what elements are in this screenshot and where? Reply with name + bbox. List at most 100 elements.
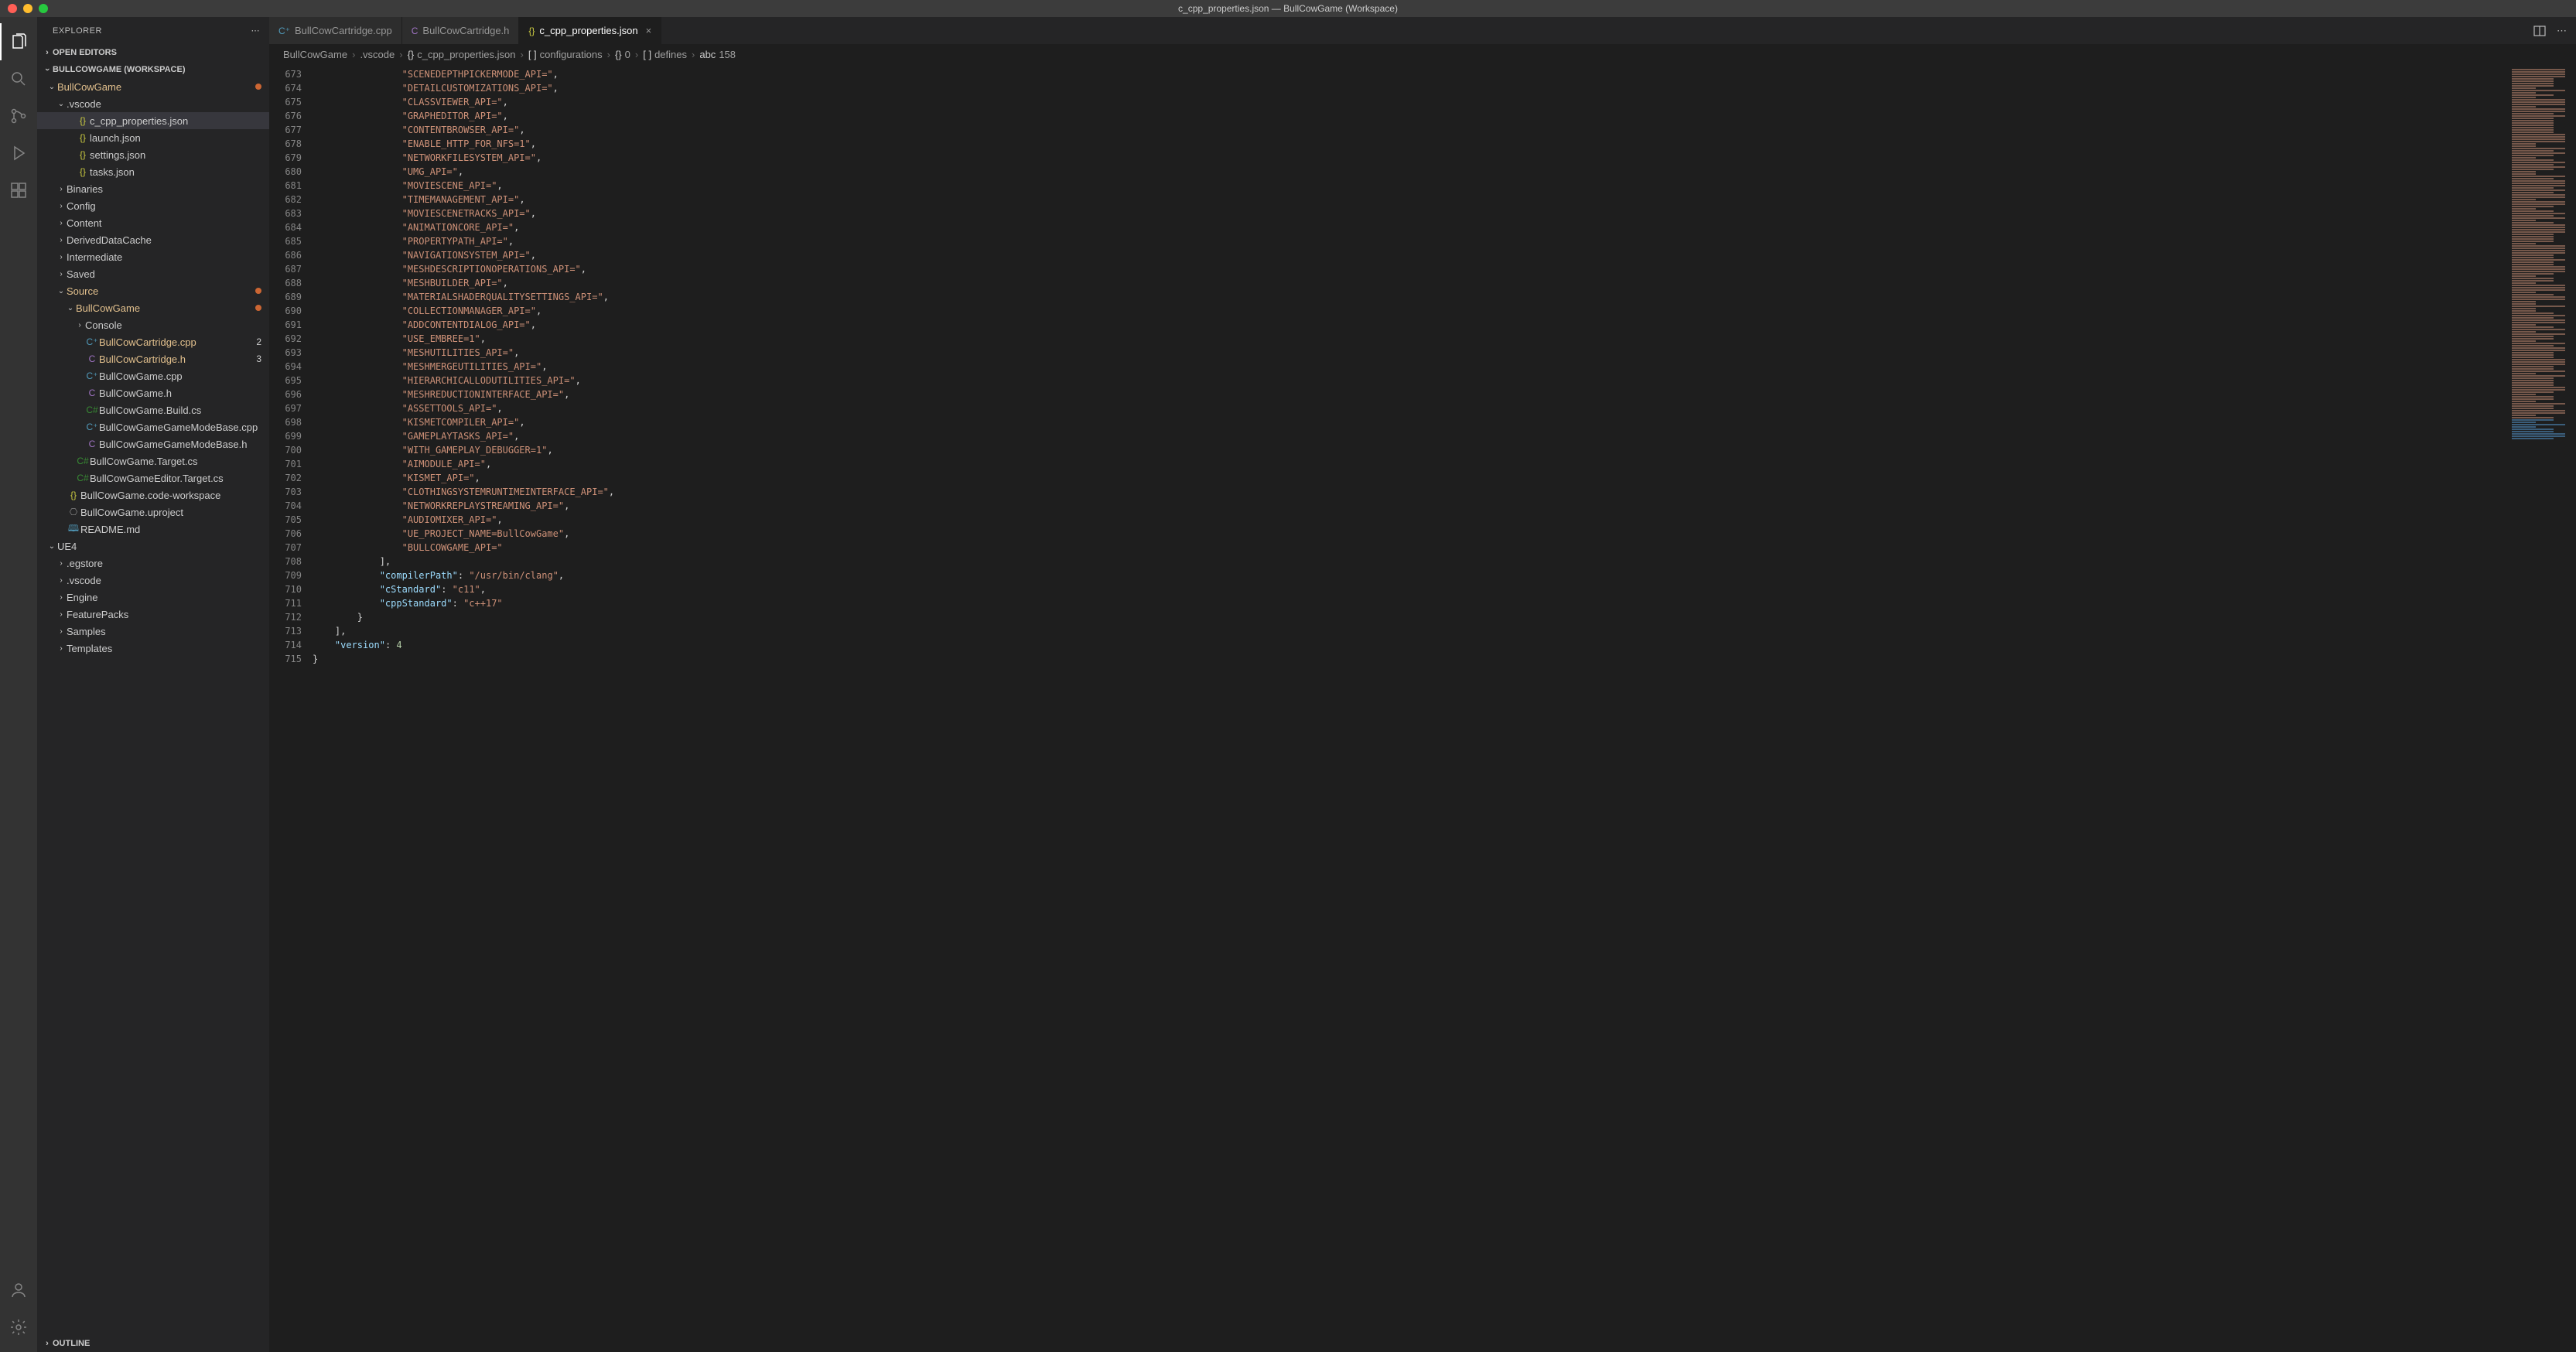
modified-dot-icon <box>255 288 261 294</box>
more-actions-icon[interactable]: ⋯ <box>2557 25 2567 37</box>
chevron-right-icon: › <box>56 219 67 227</box>
tree-item-label: Saved <box>67 268 261 280</box>
breadcrumb-item[interactable]: [ ]defines <box>643 49 687 60</box>
debug-activity-icon[interactable] <box>0 135 37 172</box>
file-row[interactable]: CBullCowGameGameModeBase.h <box>37 435 269 452</box>
tree-item-label: Content <box>67 217 261 229</box>
file-row[interactable]: {}launch.json <box>37 129 269 146</box>
tree-item-label: Config <box>67 200 261 212</box>
breadcrumb-item[interactable]: {}0 <box>615 49 630 60</box>
folder-row[interactable]: ›Intermediate <box>37 248 269 265</box>
workspace-section[interactable]: › BULLCOWGAME (WORKSPACE) <box>37 61 269 78</box>
editor-area: C⁺ BullCowCartridge.cpp CBullCowCartridge.… <box>269 17 2576 1352</box>
folder-row[interactable]: ›Content <box>37 214 269 231</box>
chevron-down-icon: › <box>43 64 52 75</box>
breadcrumb-type-icon: {} <box>615 49 622 60</box>
file-tree[interactable]: ⌄BullCowGame⌄.vscode{}c_cpp_properties.j… <box>37 78 269 1335</box>
tree-item-label: BullCowGame.code-workspace <box>80 490 261 501</box>
folder-row[interactable]: ⌄.vscode <box>37 95 269 112</box>
modified-dot-icon <box>255 84 261 90</box>
folder-row[interactable]: ›Console <box>37 316 269 333</box>
window-title: c_cpp_properties.json — BullCowGame (Wor… <box>1178 3 1398 14</box>
search-activity-icon[interactable] <box>0 60 37 97</box>
file-row[interactable]: C⁺BullCowGameGameModeBase.cpp <box>37 418 269 435</box>
chevron-right-icon: › <box>56 253 67 261</box>
editor-tab[interactable]: CBullCowCartridge.h <box>402 17 520 44</box>
tree-item-label: BullCowGameGameModeBase.h <box>99 439 261 450</box>
chevron-down-icon: ⌄ <box>56 100 67 108</box>
tree-item-label: settings.json <box>90 149 261 161</box>
sidebar-title: EXPLORER <box>53 26 102 36</box>
split-editor-icon[interactable] <box>2533 25 2546 37</box>
file-row[interactable]: 🕮README.md <box>37 521 269 538</box>
folder-row[interactable]: ›FeaturePacks <box>37 606 269 623</box>
chevron-right-icon: › <box>56 202 67 210</box>
scm-activity-icon[interactable] <box>0 97 37 135</box>
folder-row[interactable]: ›Templates <box>37 640 269 657</box>
close-tab-icon[interactable]: × <box>646 25 652 36</box>
folder-row[interactable]: ›.vscode <box>37 572 269 589</box>
tree-item-label: Intermediate <box>67 251 261 263</box>
folder-row[interactable]: ›Engine <box>37 589 269 606</box>
file-row[interactable]: ⎔BullCowGame.uproject <box>37 504 269 521</box>
minimap[interactable] <box>2506 64 2576 1352</box>
chevron-right-icon: › <box>56 185 67 193</box>
file-row[interactable]: {}tasks.json <box>37 163 269 180</box>
open-editors-section[interactable]: › OPEN EDITORS <box>37 44 269 61</box>
breadcrumb-type-icon: abc <box>699 49 716 60</box>
file-row[interactable]: CBullCowCartridge.h3 <box>37 350 269 367</box>
tree-item-label: README.md <box>80 524 261 535</box>
outline-section[interactable]: › OUTLINE <box>37 1335 269 1352</box>
account-activity-icon[interactable] <box>0 1272 37 1309</box>
chevron-down-icon: ⌄ <box>65 304 76 312</box>
cs-file-icon: C# <box>85 405 99 415</box>
folder-row[interactable]: ›Saved <box>37 265 269 282</box>
breadcrumb-item[interactable]: {}c_cpp_properties.json <box>408 49 516 60</box>
folder-row[interactable]: ⌄Source <box>37 282 269 299</box>
folder-row[interactable]: ⌄BullCowGame <box>37 78 269 95</box>
folder-row[interactable]: ›Binaries <box>37 180 269 197</box>
editor-tab[interactable]: C⁺ BullCowCartridge.cpp <box>269 17 402 44</box>
folder-row[interactable]: ›Config <box>37 197 269 214</box>
breadcrumb-separator-icon: › <box>349 49 358 60</box>
minimize-window-button[interactable] <box>23 4 32 13</box>
breadcrumb-item[interactable]: BullCowGame <box>283 49 347 60</box>
extensions-activity-icon[interactable] <box>0 172 37 209</box>
settings-activity-icon[interactable] <box>0 1309 37 1346</box>
breadcrumb-item[interactable]: abc158 <box>699 49 736 60</box>
close-window-button[interactable] <box>8 4 17 13</box>
file-row[interactable]: C#BullCowGame.Build.cs <box>37 401 269 418</box>
breadcrumbs[interactable]: BullCowGame›.vscode›{}c_cpp_properties.j… <box>269 44 2576 64</box>
chevron-right-icon: › <box>56 270 67 278</box>
cs-file-icon: C# <box>76 456 90 466</box>
tree-item-label: BullCowGame.Target.cs <box>90 456 261 467</box>
file-row[interactable]: {}settings.json <box>37 146 269 163</box>
folder-row[interactable]: ›DerivedDataCache <box>37 231 269 248</box>
sidebar-more-icon[interactable]: ⋯ <box>251 26 261 36</box>
chevron-down-icon: ⌄ <box>46 542 57 551</box>
tab-bar: C⁺ BullCowCartridge.cpp CBullCowCartridge.… <box>269 17 2576 44</box>
folder-row[interactable]: ⌄UE4 <box>37 538 269 555</box>
file-row[interactable]: C⁺BullCowGame.cpp <box>37 367 269 384</box>
explorer-activity-icon[interactable] <box>0 23 37 60</box>
file-row[interactable]: {}BullCowGame.code-workspace <box>37 487 269 504</box>
code-content[interactable]: "SCENEDEPTHPICKERMODE_API=", "DETAILCUST… <box>313 64 2506 1352</box>
file-row[interactable]: C⁺BullCowCartridge.cpp2 <box>37 333 269 350</box>
folder-row[interactable]: ⌄BullCowGame <box>37 299 269 316</box>
editor-tab[interactable]: {}c_cpp_properties.json× <box>519 17 661 44</box>
file-row[interactable]: C#BullCowGame.Target.cs <box>37 452 269 469</box>
file-row[interactable]: CBullCowGame.h <box>37 384 269 401</box>
folder-row[interactable]: ›Samples <box>37 623 269 640</box>
file-row[interactable]: C#BullCowGameEditor.Target.cs <box>37 469 269 487</box>
tree-item-label: BullCowGame.uproject <box>80 507 261 518</box>
maximize-window-button[interactable] <box>39 4 48 13</box>
tree-item-label: DerivedDataCache <box>67 234 261 246</box>
breadcrumb-item[interactable]: [ ]configurations <box>528 49 603 60</box>
file-row[interactable]: {}c_cpp_properties.json <box>37 112 269 129</box>
window-controls <box>0 4 48 13</box>
cpp-file-icon: C⁺ <box>278 26 290 36</box>
editor-body[interactable]: 6736746756766776786796806816826836846856… <box>269 64 2576 1352</box>
folder-row[interactable]: ›.egstore <box>37 555 269 572</box>
breadcrumb-item[interactable]: .vscode <box>360 49 395 60</box>
tab-label: BullCowCartridge.cpp <box>295 25 392 36</box>
